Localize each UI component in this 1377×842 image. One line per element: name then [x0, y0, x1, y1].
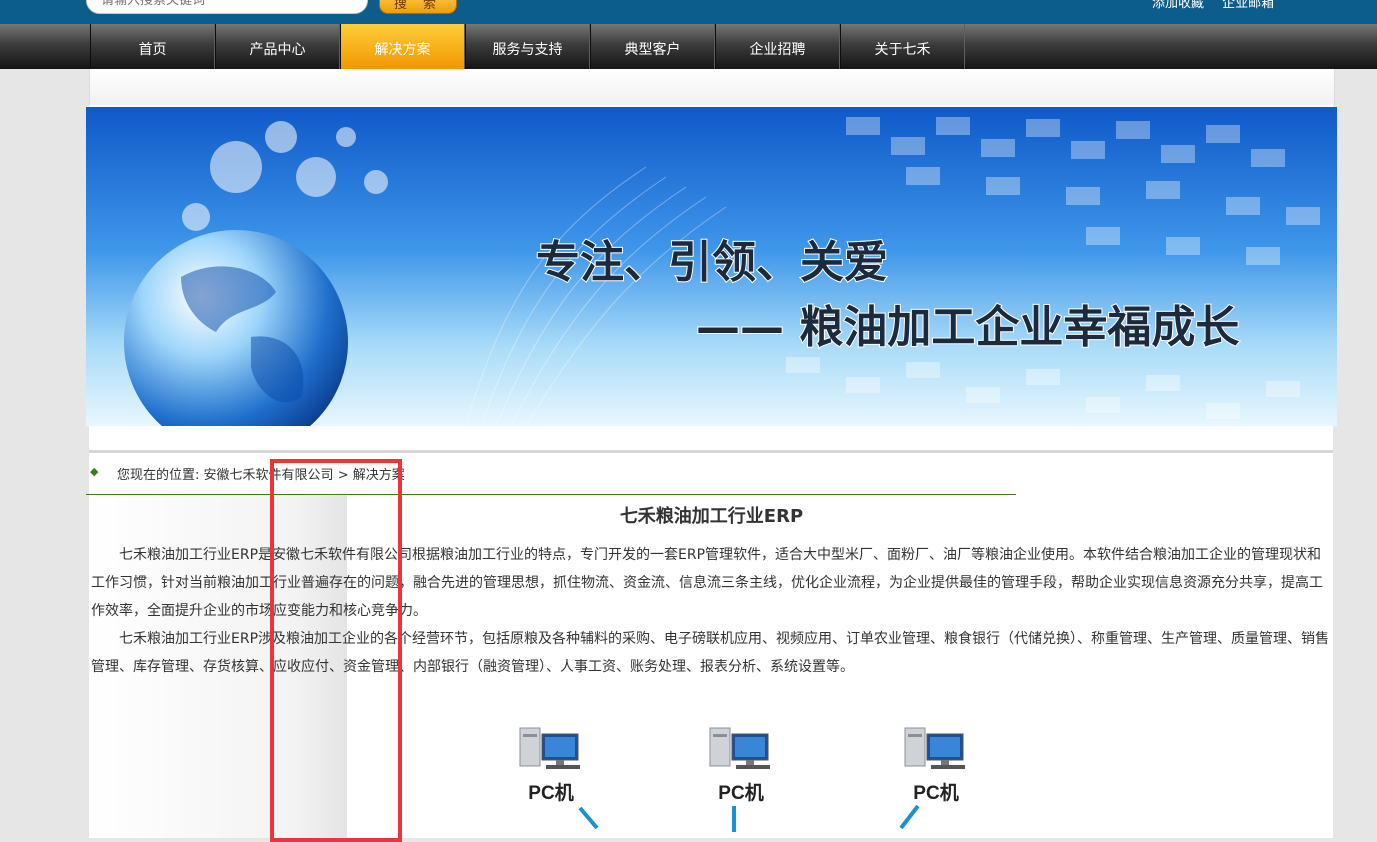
- highlight-box: [270, 459, 402, 842]
- nav-item-service[interactable]: 服务与支持: [465, 24, 590, 69]
- diamond-icon: ◆: [90, 465, 99, 478]
- nav-item-solutions[interactable]: 解决方案: [340, 24, 465, 69]
- company-mail-link[interactable]: 企业邮箱: [1222, 0, 1274, 11]
- banner-line2: —— 粮油加工企业幸福成长: [696, 302, 1239, 353]
- breadcrumb-prefix: 您现在的位置:: [117, 468, 200, 483]
- nav-item-products[interactable]: 产品中心: [215, 24, 340, 69]
- network-diagram: PC机 PC机 PC机: [500, 716, 1000, 838]
- section-divider: [89, 450, 1333, 453]
- sub-nav-strip: [89, 69, 1335, 105]
- nav-item-home[interactable]: 首页: [90, 24, 215, 69]
- hero-banner: 专注、引领、关爱 —— 粮油加工企业幸福成长: [86, 107, 1337, 426]
- nav-item-about[interactable]: 关于七禾: [840, 24, 965, 69]
- add-favorite-link[interactable]: 添加收藏: [1152, 0, 1204, 11]
- nav-item-customers[interactable]: 典型客户: [590, 24, 715, 69]
- top-links: 添加收藏 企业邮箱: [1152, 0, 1288, 11]
- breadcrumb: ◆ 您现在的位置: 安徽七禾软件有限公司 > 解决方案: [86, 458, 1016, 495]
- search-input[interactable]: [86, 0, 368, 14]
- main-nav: 首页 产品中心 解决方案 服务与支持 典型客户 企业招聘 关于七禾: [0, 24, 1377, 69]
- connector-lines: [578, 804, 920, 832]
- banner-line1: 专注、引领、关爱: [536, 237, 888, 288]
- search-button[interactable]: 搜 索: [379, 0, 457, 14]
- top-header: 搜 索 添加收藏 企业邮箱: [0, 0, 1377, 24]
- nav-item-jobs[interactable]: 企业招聘: [715, 24, 840, 69]
